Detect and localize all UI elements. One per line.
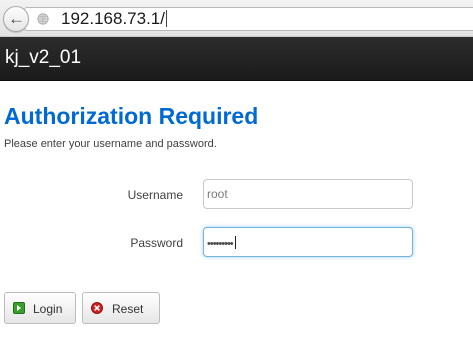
- reset-button[interactable]: Reset: [82, 292, 160, 324]
- login-button[interactable]: Login: [4, 292, 76, 324]
- page-title: Authorization Required: [4, 103, 259, 129]
- browser-toolbar: 192.168.73.1/ ←: [0, 0, 473, 37]
- page-subtitle: Please enter your username and password.: [4, 138, 217, 150]
- text-cursor: [234, 236, 236, 249]
- globe-icon: [37, 13, 49, 25]
- username-input[interactable]: [203, 179, 413, 209]
- app-header: kj_v2_01: [0, 37, 473, 81]
- password-label: Password: [130, 236, 183, 250]
- router-hostname[interactable]: kj_v2_01: [5, 47, 81, 69]
- url-text: 192.168.73.1/: [61, 9, 167, 28]
- text-cursor: [165, 10, 167, 27]
- reset-label: Reset: [112, 302, 144, 316]
- reset-icon: [91, 302, 103, 314]
- back-arrow-icon: ←: [8, 9, 25, 28]
- login-icon: [13, 302, 25, 314]
- password-mask: •••••••••: [207, 236, 236, 250]
- address-bar[interactable]: 192.168.73.1/: [24, 7, 473, 31]
- back-button[interactable]: ←: [3, 6, 29, 32]
- username-label: Username: [127, 188, 183, 202]
- login-label: Login: [33, 302, 63, 316]
